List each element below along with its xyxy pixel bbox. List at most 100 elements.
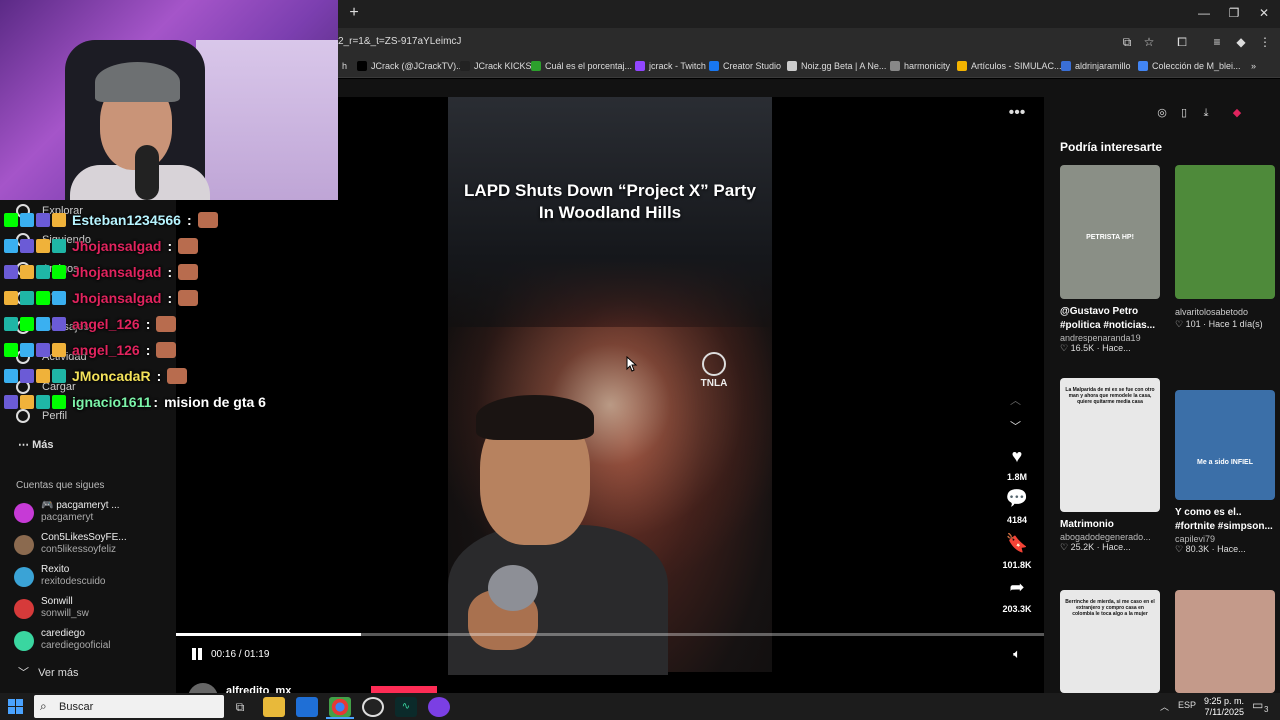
system-clock[interactable]: 9:25 p. m. 7/11/2025 xyxy=(1200,696,1244,718)
chat-badge-icon xyxy=(36,291,50,305)
outlook-icon[interactable] xyxy=(296,697,318,717)
recommended-video[interactable]: La Malparida de mi ex se fue con otro ma… xyxy=(1060,378,1162,553)
bookmark-item[interactable]: aldrinjaramillo xyxy=(1061,61,1131,71)
recommended-title[interactable]: @Gustavo Petro #politica #noticias... xyxy=(1060,305,1162,333)
chevron-down-icon: ﹀ xyxy=(18,667,29,679)
phone-icon[interactable]: ▯ xyxy=(1175,104,1193,122)
notifications-icon[interactable]: ▭ xyxy=(1252,698,1263,712)
download-icon[interactable]: ⤓ xyxy=(1197,104,1215,122)
recommended-video[interactable] xyxy=(1175,590,1277,693)
see-more-button[interactable]: ﹀ Ver más xyxy=(18,664,79,680)
volume-icon[interactable]: 🔈︎ xyxy=(1008,646,1026,662)
video-thumbnail[interactable]: PETRISTA HP! xyxy=(1060,165,1160,299)
more-menu-item[interactable]: ⋯ Más xyxy=(18,438,53,451)
media-icon[interactable]: ≡ xyxy=(1208,33,1226,51)
tray-chevron-up-icon[interactable]: ︿ xyxy=(1160,700,1169,713)
thumbnail-text: Berrinche de mierda, si me caso en el ex… xyxy=(1065,599,1155,617)
followed-account[interactable]: 🎮 pacgameryt ... pacgameryt xyxy=(14,499,174,529)
restore-button[interactable]: ❐ xyxy=(1222,4,1246,22)
chat-username[interactable]: JMoncadaR xyxy=(72,368,151,384)
chat-badge-icon xyxy=(36,369,50,383)
recommended-author[interactable]: abogadodegenerado... xyxy=(1060,532,1162,542)
language-indicator[interactable]: ESP xyxy=(1178,700,1196,710)
video-thumbnail[interactable]: Berrinche de mierda, si me caso en el ex… xyxy=(1060,590,1160,693)
recommended-title[interactable]: Y como es el.. #fortnite #simpson... xyxy=(1175,506,1277,534)
recommended-video[interactable]: Me a sido INFIEL Y como es el.. #fortnite… xyxy=(1175,390,1277,555)
bookmark-item[interactable]: JCrack KICKS xyxy=(460,61,532,71)
chat-badge-icon xyxy=(4,213,18,227)
minimize-button[interactable]: — xyxy=(1192,4,1216,22)
url-field[interactable]: 2_r=1&_t=ZS-917aYLeimcJ xyxy=(338,36,461,47)
recommendations-title: Podría interesarte xyxy=(1060,140,1163,154)
recommended-author[interactable]: capilevi79 xyxy=(1175,534,1277,544)
chat-username[interactable]: Jhojansalgad xyxy=(72,290,161,306)
video-thumbnail[interactable] xyxy=(1175,165,1275,299)
bookmark-item[interactable]: Cuál es el porcentaj... xyxy=(531,61,632,71)
bookmark-item[interactable]: JCrack (@JCrackTV)... xyxy=(357,61,464,71)
bookmark-icon[interactable]: 🔖 xyxy=(1002,533,1032,555)
star-icon[interactable]: ☆ xyxy=(1140,33,1158,51)
video-thumbnail[interactable] xyxy=(1175,590,1275,693)
chat-message: Jhojansalgad: xyxy=(4,235,199,257)
chat-username[interactable]: Jhojansalgad xyxy=(72,238,161,254)
obs-icon[interactable] xyxy=(362,697,384,717)
chat-badge-icon xyxy=(4,317,18,331)
new-tab-button[interactable]: + xyxy=(345,4,363,22)
chat-text: mision de gta 6 xyxy=(164,394,266,410)
bookmark-item[interactable]: Colección de M_blei... xyxy=(1138,61,1241,71)
comment-icon[interactable]: 💬 xyxy=(1002,488,1032,510)
chrome-icon[interactable] xyxy=(329,697,351,717)
account-name: Sonwill xyxy=(41,596,73,607)
cast-icon[interactable]: ⧉ xyxy=(1118,33,1136,51)
chat-username[interactable]: Esteban1234566 xyxy=(72,212,181,228)
extensions-icon[interactable]: ⧠ xyxy=(1173,33,1191,51)
recommended-title[interactable]: Matrimonio xyxy=(1060,518,1162,532)
windows-start-icon[interactable] xyxy=(8,699,24,715)
recommended-video[interactable]: Berrinche de mierda, si me caso en el ex… xyxy=(1060,590,1162,693)
chat-username[interactable]: angel_126 xyxy=(72,342,140,358)
account-name: 🎮 pacgameryt ... xyxy=(41,500,120,511)
time-readout: 00:16 / 01:19 xyxy=(211,649,270,660)
pause-button[interactable] xyxy=(190,647,204,661)
video-thumbnail[interactable]: Me a sido INFIEL xyxy=(1175,390,1275,500)
followed-account[interactable]: carediego carediegooficial xyxy=(14,627,174,657)
profile-extension-icon[interactable]: ◆ xyxy=(1232,33,1250,51)
bookmark-item[interactable]: Creator Studio xyxy=(709,61,781,71)
chevron-down-icon[interactable]: ﹀ xyxy=(1010,418,1021,434)
file-explorer-icon[interactable] xyxy=(263,697,285,717)
chat-username[interactable]: Jhojansalgad xyxy=(72,264,161,280)
recommended-meta: ♡ 16.5K · Hace... xyxy=(1060,343,1131,353)
more-options-button[interactable]: ••• xyxy=(1006,104,1028,124)
chat-message: JMoncadaR: xyxy=(4,365,188,387)
followed-account[interactable]: Sonwill sonwill_sw xyxy=(14,595,174,625)
follow-button[interactable] xyxy=(371,686,437,693)
chat-badge-icon xyxy=(4,343,18,357)
video-caption-title: LAPD Shuts Down “Project X” Party In Woo… xyxy=(464,181,756,222)
user-avatar-icon[interactable]: ◆ xyxy=(1228,104,1246,122)
browser-menu-icon[interactable]: ⋮ xyxy=(1256,33,1274,51)
audio-app-icon[interactable]: ∿ xyxy=(395,697,417,717)
recommended-video[interactable]: alvaritolosabetodo ♡ 101 · Hace 1 día(s) xyxy=(1175,165,1277,330)
recommended-title[interactable]: alvaritolosabetodo xyxy=(1175,305,1277,319)
bookmark-item[interactable]: harmonicity xyxy=(890,61,950,71)
close-window-button[interactable]: ✕ xyxy=(1252,4,1276,22)
video-thumbnail[interactable]: La Malparida de mi ex se fue con otro ma… xyxy=(1060,378,1160,512)
bookmark-item[interactable]: Artículos - SIMULAC... xyxy=(957,61,1062,71)
x-icon xyxy=(357,61,367,71)
recommended-video[interactable]: PETRISTA HP! @Gustavo Petro #politica #no… xyxy=(1060,165,1162,354)
bookmarks-overflow-button[interactable]: » xyxy=(1251,61,1256,71)
followed-account[interactable]: Con5LikesSoyFE... con5likessoyfeliz xyxy=(14,531,174,561)
bookmark-item[interactable]: jcrack - Twitch xyxy=(635,61,706,71)
share-icon[interactable]: ➦ xyxy=(1002,577,1032,599)
chat-username[interactable]: angel_126 xyxy=(72,316,140,332)
task-view-icon[interactable]: ⧉ xyxy=(229,697,251,717)
chat-emote-icon xyxy=(156,342,177,358)
tool-icon-1[interactable]: ◎ xyxy=(1153,104,1171,122)
bookmark-item[interactable]: Noiz.gg Beta | A Ne... xyxy=(787,61,886,71)
recommended-author[interactable]: andrespenaranda19 xyxy=(1060,333,1162,343)
discord-icon[interactable] xyxy=(428,697,450,717)
chat-username[interactable]: ignacio1611 xyxy=(72,394,151,410)
chevron-up-icon[interactable]: ︿ xyxy=(1010,392,1021,408)
followed-account[interactable]: Rexito rexitodescuido xyxy=(14,563,174,593)
heart-icon[interactable]: ♥ xyxy=(1002,446,1032,468)
